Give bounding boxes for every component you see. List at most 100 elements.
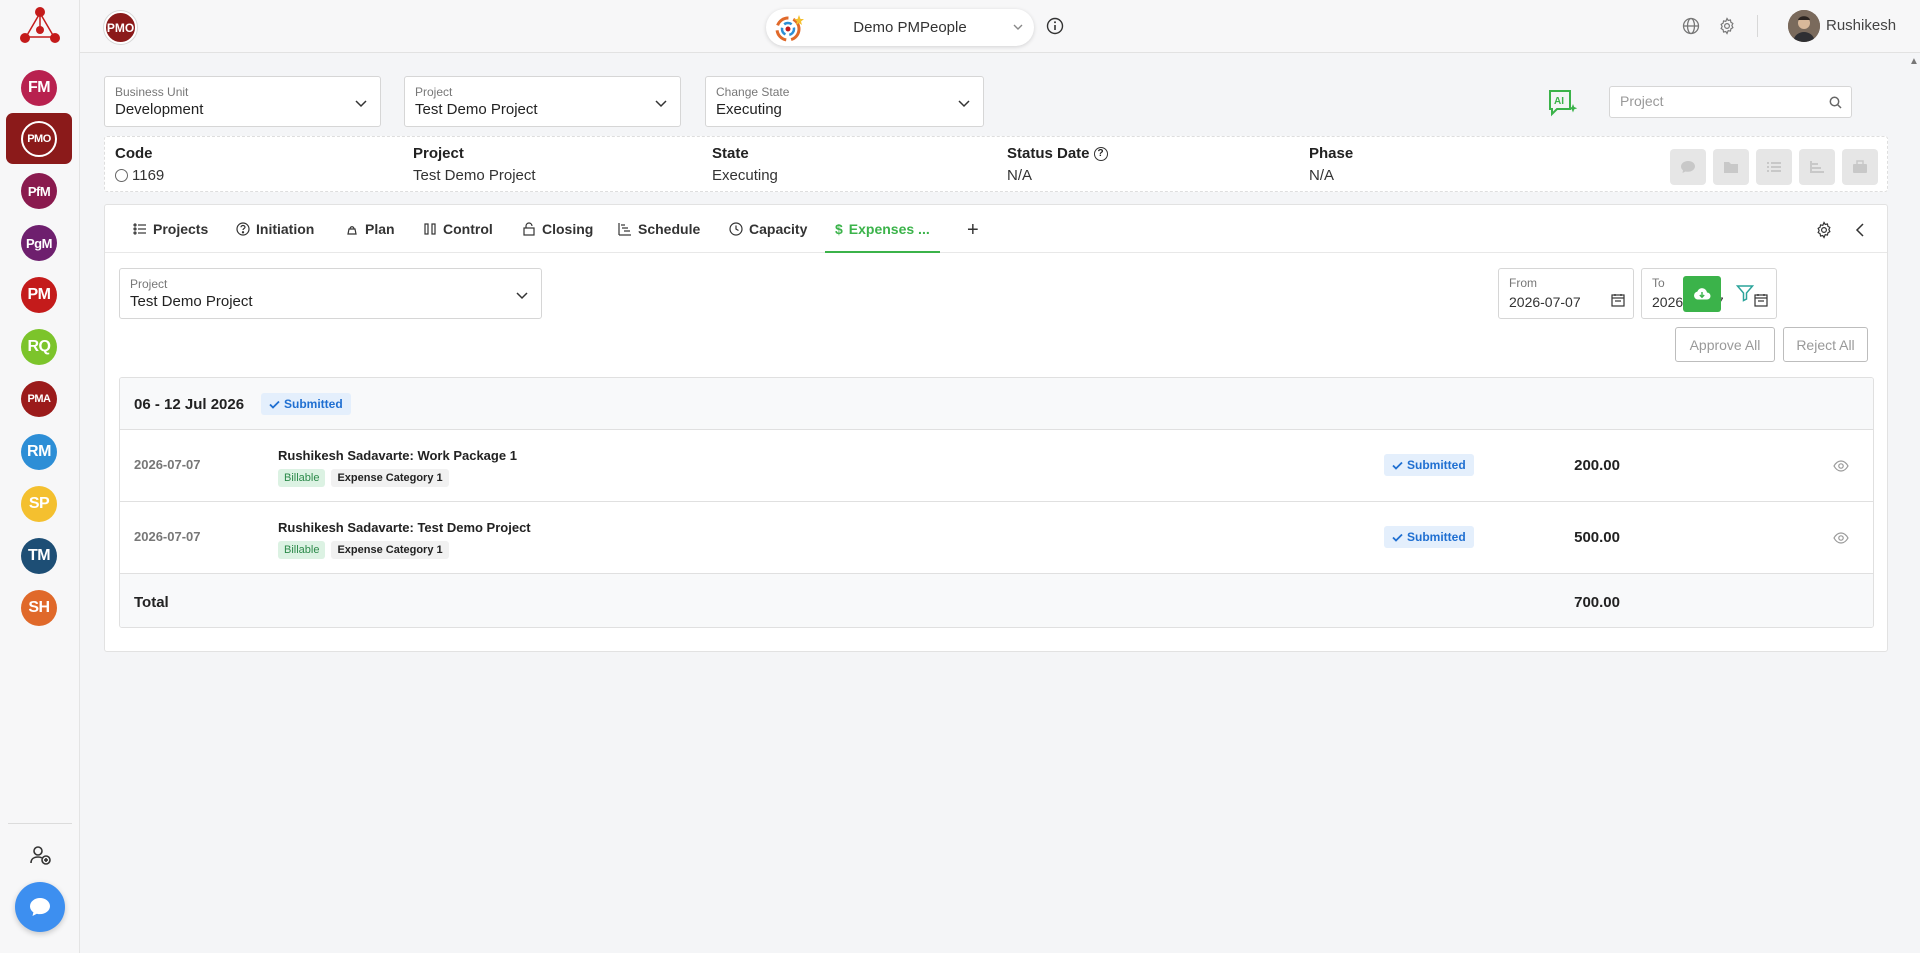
table-row[interactable]: 2026-07-07 Rushikesh Sadavarte: Work Pac…	[120, 430, 1873, 502]
row-title: Rushikesh Sadavarte: Test Demo Project	[278, 520, 531, 535]
rail-item-fm[interactable]: FM	[21, 70, 57, 106]
filter-icon[interactable]	[1736, 284, 1754, 302]
app-logo-icon[interactable]	[17, 4, 63, 46]
globe-icon[interactable]	[1682, 17, 1700, 35]
chevron-down-icon	[655, 100, 667, 108]
business-unit-select[interactable]: Business Unit Development	[104, 76, 381, 127]
help-icon[interactable]: ?	[1093, 146, 1108, 161]
expense-project-select[interactable]: Project Test Demo Project	[119, 268, 542, 319]
rail-item-pmo[interactable]: PMO	[21, 121, 57, 157]
info-icon[interactable]	[1046, 17, 1064, 35]
status-date-value: N/A	[1007, 167, 1033, 184]
code-column: Code 1169	[115, 145, 164, 184]
hierarchy-icon	[1810, 161, 1824, 173]
tab-control[interactable]: Control	[413, 221, 503, 253]
project-value: Test Demo Project	[413, 167, 536, 184]
total-row: Total 700.00	[120, 574, 1873, 627]
org-logo-icon	[775, 15, 804, 42]
approve-all-button[interactable]: Approve All	[1675, 327, 1775, 362]
plan-icon	[347, 226, 357, 235]
calendar-icon[interactable]	[1754, 293, 1768, 307]
module-badge[interactable]: PMO	[104, 11, 137, 44]
user-name[interactable]: Rushikesh	[1826, 17, 1896, 34]
rail-item-pm[interactable]: PM	[21, 277, 57, 313]
help-circle-icon	[236, 222, 250, 236]
comment-icon	[1681, 161, 1695, 173]
from-label: From	[1509, 276, 1537, 290]
folder-button[interactable]	[1713, 149, 1749, 185]
tab-projects[interactable]: Projects	[123, 221, 218, 253]
billable-tag: Billable	[278, 469, 326, 487]
project-info-card: Code 1169 Project Test Demo Project Stat…	[104, 136, 1888, 192]
check-icon	[1392, 533, 1403, 542]
left-rail: FM PMO PfM PgM PM RQ PMA RM SP TM SH	[0, 0, 80, 953]
to-label: To	[1652, 276, 1665, 290]
briefcase-button[interactable]	[1842, 149, 1878, 185]
phase-value: N/A	[1309, 167, 1335, 184]
topbar-separator	[1757, 15, 1758, 37]
project-select[interactable]: Project Test Demo Project	[404, 76, 681, 127]
eye-icon[interactable]	[1833, 460, 1849, 472]
tab-initiation[interactable]: Initiation	[226, 221, 324, 253]
tab-plan[interactable]: Plan	[335, 221, 405, 253]
state-label: State	[712, 145, 749, 162]
business-unit-value: Development	[115, 101, 204, 118]
radio-icon[interactable]	[115, 169, 128, 182]
lock-icon	[523, 222, 535, 236]
row-date: 2026-07-07	[134, 457, 201, 472]
rail-item-sh[interactable]: SH	[21, 590, 57, 626]
add-tab-button[interactable]: +	[967, 219, 979, 242]
tab-closing[interactable]: Closing	[512, 221, 603, 253]
eye-icon[interactable]	[1833, 532, 1849, 544]
scroll-up-icon[interactable]: ▲	[1909, 56, 1919, 67]
organization-selector[interactable]: Demo PMPeople	[766, 9, 1034, 46]
change-state-label: Change State	[716, 85, 790, 99]
ai-assistant-icon[interactable]: AI	[1547, 87, 1579, 117]
rail-item-sp[interactable]: SP	[21, 486, 57, 522]
chevron-down-icon	[355, 100, 367, 108]
add-user-icon[interactable]	[28, 843, 52, 867]
gear-icon[interactable]	[1718, 17, 1736, 35]
row-date: 2026-07-07	[134, 529, 201, 544]
from-date-field[interactable]: From 2026-07-07	[1498, 268, 1634, 319]
tab-capacity[interactable]: Capacity	[719, 221, 817, 253]
rail-item-pma[interactable]: PMA	[21, 381, 57, 417]
change-state-select[interactable]: Change State Executing	[705, 76, 984, 127]
tab-bar: Projects Initiation Plan Control Closing…	[105, 205, 1887, 253]
chevron-down-icon	[516, 292, 528, 300]
expense-project-label: Project	[130, 277, 168, 291]
list-icon	[1767, 162, 1781, 172]
rail-item-tm[interactable]: TM	[21, 538, 57, 574]
state-value: Executing	[712, 167, 778, 184]
rail-item-rm[interactable]: RM	[21, 434, 57, 470]
gear-icon[interactable]	[1815, 221, 1833, 239]
rail-item-rq[interactable]: RQ	[21, 329, 57, 365]
project-search[interactable]	[1609, 86, 1852, 118]
code-value-row: 1169	[115, 167, 164, 184]
calendar-icon[interactable]	[1611, 293, 1625, 307]
rail-item-pfm[interactable]: PfM	[21, 173, 57, 209]
comments-button[interactable]	[1670, 149, 1706, 185]
chevron-left-icon[interactable]	[1853, 221, 1867, 239]
phase-label: Phase	[1309, 145, 1354, 162]
tab-expenses[interactable]: $ Expenses ...	[825, 221, 940, 253]
reject-all-button[interactable]: Reject All	[1783, 327, 1868, 362]
tab-control-label: Control	[443, 221, 493, 237]
search-input[interactable]	[1620, 93, 1810, 109]
hierarchy-button[interactable]	[1799, 149, 1835, 185]
expenses-table: 06 - 12 Jul 2026 Submitted 2026-07-07 Ru…	[119, 377, 1874, 628]
project-label: Project	[413, 145, 464, 162]
tab-schedule[interactable]: Schedule	[608, 221, 710, 253]
control-icon	[424, 223, 436, 235]
row-amount: 500.00	[1574, 529, 1620, 546]
rail-item-pgm[interactable]: PgM	[21, 225, 57, 261]
table-row[interactable]: 2026-07-07 Rushikesh Sadavarte: Test Dem…	[120, 502, 1873, 574]
phase-column: Phase N/A	[1309, 145, 1353, 184]
chat-button[interactable]	[15, 882, 65, 932]
state-column: State Executing	[712, 145, 778, 184]
search-icon[interactable]	[1829, 96, 1842, 109]
avatar[interactable]	[1788, 10, 1820, 42]
from-value[interactable]: 2026-07-07	[1509, 294, 1581, 310]
download-button[interactable]	[1683, 276, 1721, 312]
list-button[interactable]	[1756, 149, 1792, 185]
